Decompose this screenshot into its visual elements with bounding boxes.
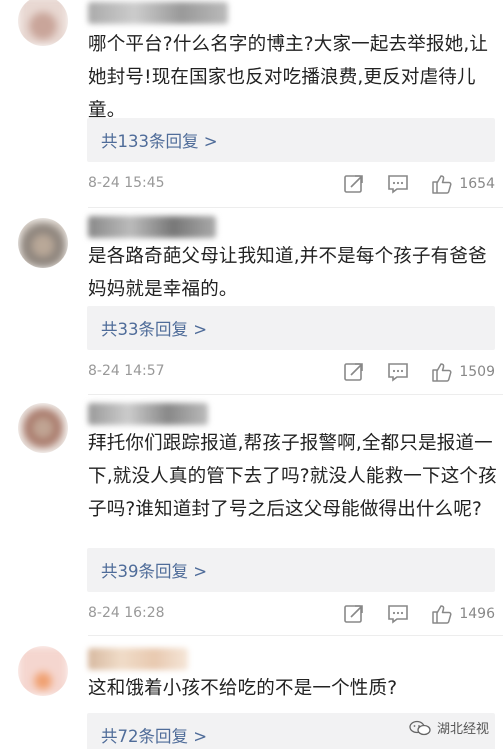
- username-blurred[interactable]: [88, 2, 228, 24]
- comment-icon[interactable]: [387, 173, 409, 195]
- divider: [88, 207, 503, 208]
- replies-label: 共133条回复 >: [101, 132, 218, 151]
- replies-link[interactable]: 共39条回复 >: [87, 548, 495, 592]
- comment-text: 哪个平台?什么名字的博主?大家一起去举报她,让她封号!现在国家也反对吃播浪费,更…: [88, 34, 489, 121]
- divider: [88, 394, 503, 395]
- thumbs-up-icon[interactable]: [431, 603, 453, 625]
- share-icon[interactable]: [343, 173, 365, 195]
- username-blurred[interactable]: [88, 216, 216, 238]
- avatar[interactable]: [18, 403, 68, 453]
- avatar[interactable]: [18, 0, 68, 46]
- thumbs-up-icon[interactable]: [431, 173, 453, 195]
- replies-label: 共33条回复 >: [101, 320, 208, 339]
- share-icon[interactable]: [343, 603, 365, 625]
- divider: [88, 635, 503, 636]
- comment-icon[interactable]: [387, 361, 409, 383]
- like-count: 1654: [459, 176, 495, 192]
- comment-text: 是各路奇葩父母让我知道,并不是每个孩子有爸爸妈妈就是幸福的。: [88, 246, 487, 300]
- thumbs-up-icon[interactable]: [431, 361, 453, 383]
- comment-actions: 1509: [321, 360, 495, 384]
- replies-link[interactable]: 共133条回复 >: [87, 118, 495, 162]
- username-blurred[interactable]: [88, 648, 188, 670]
- comment-text: 拜托你们跟踪报道,帮孩子报警啊,全都只是报道一下,就没人真的管下去了吗?就没人能…: [88, 433, 497, 520]
- replies-label: 共72条回复 >: [101, 727, 208, 746]
- timestamp: 8-24 16:28: [88, 605, 165, 621]
- timestamp: 8-24 15:45: [88, 175, 165, 191]
- replies-link[interactable]: 共33条回复 >: [87, 306, 495, 350]
- like-count: 1509: [459, 364, 495, 380]
- share-icon[interactable]: [343, 361, 365, 383]
- watermark-text: 湖北经视: [436, 722, 489, 737]
- comment-actions: 1654: [321, 172, 495, 196]
- avatar[interactable]: [18, 218, 68, 268]
- wechat-icon: [409, 720, 431, 735]
- comment-actions: 1496: [321, 602, 495, 626]
- like-count: 1496: [459, 606, 495, 622]
- timestamp: 8-24 14:57: [88, 363, 165, 379]
- replies-label: 共39条回复 >: [101, 562, 208, 581]
- comment-text: 这和饿着小孩不给吃的不是一个性质?: [88, 678, 398, 699]
- watermark: 湖北经视: [409, 718, 489, 737]
- username-blurred[interactable]: [88, 403, 208, 425]
- avatar[interactable]: [18, 646, 68, 696]
- comment-icon[interactable]: [387, 603, 409, 625]
